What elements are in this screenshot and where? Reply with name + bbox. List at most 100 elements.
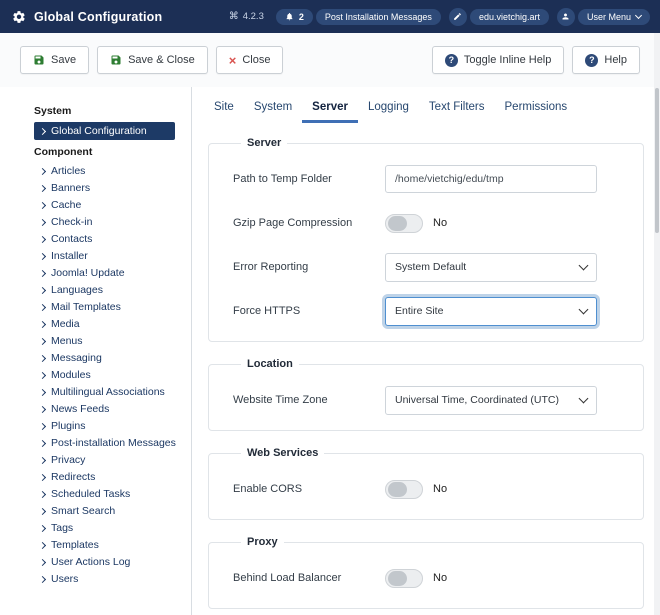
toggle-behind-load-balancer[interactable] (385, 569, 423, 588)
sidebar-item-privacy[interactable]: Privacy (34, 452, 175, 468)
chevron-right-icon (39, 439, 46, 446)
topbar: Global Configuration ⌘ 4.2.3 2 Post Inst… (0, 0, 660, 33)
sidebar-item-languages[interactable]: Languages (34, 282, 175, 298)
select-force-https[interactable]: Entire Site (385, 297, 597, 326)
sidebar-item-plugins[interactable]: Plugins (34, 418, 175, 434)
chevron-right-icon (39, 320, 46, 327)
chevron-right-icon (39, 473, 46, 480)
sidebar-item-scheduled-tasks[interactable]: Scheduled Tasks (34, 486, 175, 502)
save-and-close-label: Save & Close (128, 54, 195, 66)
toggle-wrap: No (385, 569, 447, 588)
sidebar-item-redirects[interactable]: Redirects (34, 469, 175, 485)
close-button[interactable]: × Close (216, 46, 284, 74)
field-label: Enable CORS (233, 483, 385, 495)
scrollbar-thumb[interactable] (655, 88, 659, 233)
user-menu-label: User Menu (587, 12, 631, 22)
tab-logging[interactable]: Logging (358, 95, 419, 123)
sidebar-item-installer[interactable]: Installer (34, 248, 175, 264)
sidebar-item-post-installation-messages[interactable]: Post-installation Messages (34, 435, 175, 451)
sidebar-item-templates[interactable]: Templates (34, 537, 175, 553)
sidebar-item-label: Joomla! Update (51, 267, 125, 279)
site-link[interactable]: edu.vietchig.art (470, 9, 549, 25)
toggle-knob (388, 482, 407, 497)
sidebar-item-mail-templates[interactable]: Mail Templates (34, 299, 175, 315)
sidebar-item-label: Banners (51, 182, 90, 194)
sidebar-item-cache[interactable]: Cache (34, 197, 175, 213)
gear-icon (12, 10, 26, 24)
post-installation-messages-button[interactable]: Post Installation Messages (316, 9, 441, 25)
sidebar-item-label: Check-in (51, 216, 92, 228)
chevron-right-icon (39, 337, 46, 344)
sidebar-item-user-actions-log[interactable]: User Actions Log (34, 554, 175, 570)
toggle-wrap: No (385, 480, 447, 499)
sidebar-item-tags[interactable]: Tags (34, 520, 175, 536)
panel-location: LocationWebsite Time ZoneUniversal Time,… (208, 358, 644, 431)
edit-site-button[interactable] (449, 8, 467, 26)
sidebar-item-label: Users (51, 573, 78, 585)
tab-permissions[interactable]: Permissions (495, 95, 578, 123)
help-button[interactable]: ? Help (572, 46, 640, 74)
user-menu-button[interactable]: User Menu (578, 9, 650, 25)
sidebar-item-label: Languages (51, 284, 103, 296)
toggle-gzip-page-compression[interactable] (385, 214, 423, 233)
sidebar-item-label: User Actions Log (51, 556, 130, 568)
sidebar-item-check-in[interactable]: Check-in (34, 214, 175, 230)
chevron-right-icon (39, 456, 46, 463)
user-avatar-button[interactable] (557, 8, 575, 26)
sidebar-item-articles[interactable]: Articles (34, 163, 175, 179)
tab-server[interactable]: Server (302, 95, 358, 123)
field-control: Entire Site (385, 297, 597, 326)
toggle-inline-help-label: Toggle Inline Help (464, 54, 551, 66)
sidebar-item-label: Smart Search (51, 505, 115, 517)
sidebar-item-media[interactable]: Media (34, 316, 175, 332)
sidebar-item-menus[interactable]: Menus (34, 333, 175, 349)
save-and-close-button[interactable]: Save & Close (97, 46, 208, 74)
field-label: Force HTTPS (233, 305, 385, 317)
tab-system[interactable]: System (244, 95, 302, 123)
panel-legend: Server (241, 137, 287, 149)
toggle-knob (388, 216, 407, 231)
sidebar-item-multilingual-associations[interactable]: Multilingual Associations (34, 384, 175, 400)
save-button[interactable]: Save (20, 46, 89, 74)
toggle-enable-cors[interactable] (385, 480, 423, 499)
chevron-right-icon (39, 252, 46, 259)
field-row: Path to Temp Folder (233, 157, 619, 201)
page-scrollbar[interactable] (654, 33, 660, 615)
select-website-time-zone[interactable]: Universal Time, Coordinated (UTC) (385, 386, 597, 415)
field-control: System Default (385, 253, 597, 282)
sidebar-item-global-configuration[interactable]: Global Configuration (34, 122, 175, 140)
sidebar-item-contacts[interactable]: Contacts (34, 231, 175, 247)
sidebar-item-label: Messaging (51, 352, 102, 364)
field-control: No (385, 569, 447, 588)
sidebar-item-joomla-update[interactable]: Joomla! Update (34, 265, 175, 281)
sidebar-item-news-feeds[interactable]: News Feeds (34, 401, 175, 417)
chevron-right-icon (39, 354, 46, 361)
toggle-knob (388, 571, 407, 586)
sidebar-item-smart-search[interactable]: Smart Search (34, 503, 175, 519)
text-input-path-to-temp-folder[interactable] (385, 165, 597, 193)
sidebar-item-users[interactable]: Users (34, 571, 175, 587)
sidebar: SystemGlobal ConfigurationComponentArtic… (0, 87, 192, 615)
sidebar-item-messaging[interactable]: Messaging (34, 350, 175, 366)
panel-proxy: ProxyBehind Load BalancerNo (208, 536, 644, 609)
chevron-right-icon (39, 371, 46, 378)
toggle-inline-help-button[interactable]: ? Toggle Inline Help (432, 46, 564, 74)
chevron-right-icon (39, 575, 46, 582)
panel-legend: Location (241, 358, 299, 370)
sidebar-item-label: Plugins (51, 420, 85, 432)
field-row: Gzip Page CompressionNo (233, 201, 619, 245)
save-icon (33, 54, 45, 66)
field-control: No (385, 214, 447, 233)
select-error-reporting[interactable]: System Default (385, 253, 597, 282)
tab-site[interactable]: Site (204, 95, 244, 123)
chevron-right-icon (39, 235, 46, 242)
field-row: Force HTTPSEntire Site (233, 289, 619, 333)
sidebar-item-label: Mail Templates (51, 301, 121, 313)
sidebar-item-label: Tags (51, 522, 73, 534)
tab-text-filters[interactable]: Text Filters (419, 95, 495, 123)
chevron-right-icon (39, 127, 46, 134)
toggle-value: No (433, 483, 447, 495)
sidebar-item-modules[interactable]: Modules (34, 367, 175, 383)
notifications-button[interactable]: 2 (276, 9, 313, 25)
sidebar-item-banners[interactable]: Banners (34, 180, 175, 196)
